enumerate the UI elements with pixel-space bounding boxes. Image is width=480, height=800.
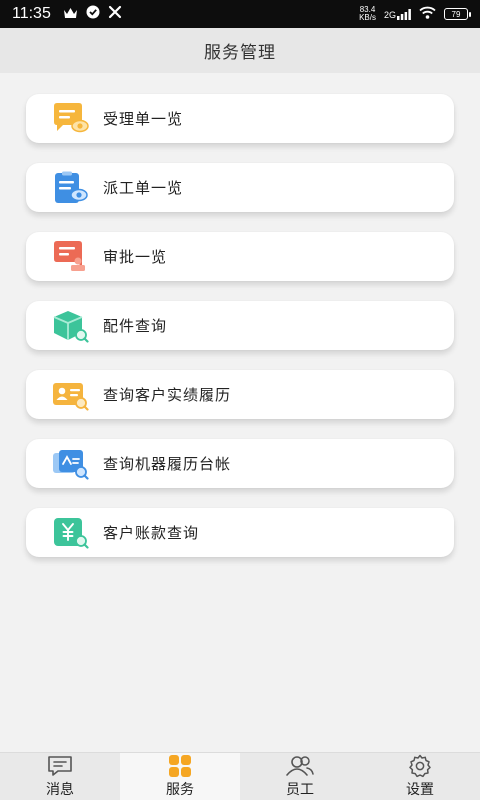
menu-item-accept-list[interactable]: 受理单一览 <box>26 94 454 143</box>
menu-label: 查询机器履历台帐 <box>103 455 232 473</box>
customer-account-icon <box>50 515 90 551</box>
tab-messages[interactable]: 消息 <box>0 753 120 800</box>
signal-label: 2G <box>383 9 396 20</box>
crown-icon <box>63 5 78 23</box>
tab-service[interactable]: 服务 <box>120 753 240 800</box>
net-speed: 83.4 KB/s <box>359 6 376 22</box>
wifi-icon <box>419 5 436 23</box>
customer-history-icon <box>50 377 90 413</box>
machine-ledger-icon <box>50 446 90 482</box>
battery-icon: 79 <box>444 8 471 20</box>
settings-icon <box>408 754 432 777</box>
parts-search-icon <box>50 308 90 344</box>
battery-level: 79 <box>451 9 461 19</box>
accept-list-icon <box>50 101 90 137</box>
menu-label: 受理单一览 <box>103 110 184 128</box>
menu-item-dispatch-list[interactable]: 派工单一览 <box>26 163 454 212</box>
tab-label: 消息 <box>46 781 74 798</box>
tab-label: 员工 <box>286 781 314 798</box>
tools-icon <box>108 5 122 23</box>
tab-settings[interactable]: 设置 <box>360 753 480 800</box>
cell-signal-icon: 2G <box>383 8 411 20</box>
menu-item-customer-account[interactable]: 客户账款查询 <box>26 508 454 557</box>
tab-label: 服务 <box>166 781 194 798</box>
tab-label: 设置 <box>406 781 434 798</box>
page-title: 服务管理 <box>204 43 276 63</box>
bottom-tab-bar: 消息 服务 员工 设置 <box>0 752 480 800</box>
net-speed-unit: KB/s <box>359 13 376 22</box>
shield-check-icon <box>86 5 100 23</box>
approval-list-icon <box>50 239 90 275</box>
page-header: 服务管理 <box>0 28 480 73</box>
message-icon <box>47 755 73 777</box>
menu-item-approval-list[interactable]: 审批一览 <box>26 232 454 281</box>
tab-staff[interactable]: 员工 <box>240 753 360 800</box>
menu-item-customer-history[interactable]: 查询客户实绩履历 <box>26 370 454 419</box>
menu-label: 派工单一览 <box>103 179 184 197</box>
dispatch-list-icon <box>50 170 90 206</box>
menu-label: 查询客户实绩履历 <box>103 386 232 404</box>
menu-item-machine-ledger[interactable]: 查询机器履历台帐 <box>26 439 454 488</box>
service-menu: 受理单一览 派工单一览 审批一览 配件查询 查询客户实绩履历 查询机器履历台帐 … <box>26 94 454 557</box>
staff-icon <box>285 755 315 777</box>
status-time: 11:35 <box>12 5 51 22</box>
service-icon <box>168 754 192 777</box>
menu-label: 审批一览 <box>103 248 168 266</box>
menu-item-parts-search[interactable]: 配件查询 <box>26 301 454 350</box>
menu-label: 客户账款查询 <box>103 524 200 542</box>
status-bar: 11:35 83.4 KB/s 2G 79 <box>0 0 480 28</box>
menu-label: 配件查询 <box>103 317 168 335</box>
